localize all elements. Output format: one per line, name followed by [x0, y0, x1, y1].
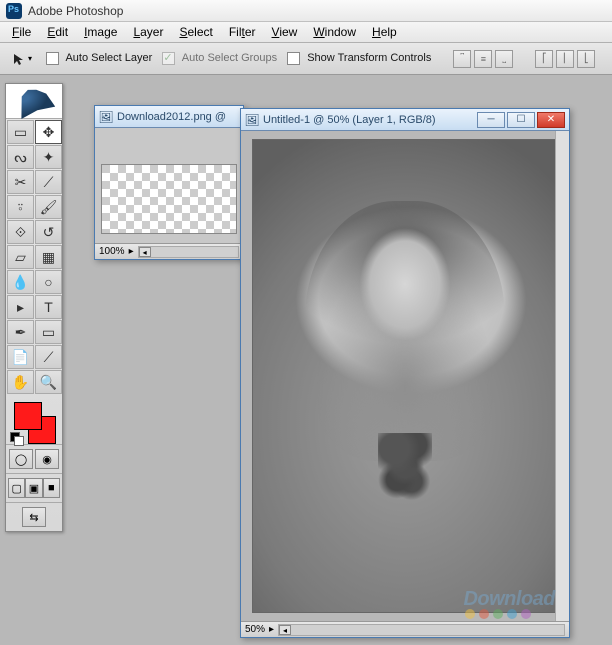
image-file-icon: 🖼 [245, 113, 259, 127]
magic-wand-tool[interactable]: ✦ [35, 145, 62, 169]
dot-icon [465, 609, 475, 619]
foreground-color[interactable] [14, 402, 42, 430]
move-cursor-icon [12, 52, 26, 66]
menu-window[interactable]: Window [305, 23, 364, 41]
menu-edit[interactable]: Edit [39, 23, 76, 41]
menu-filter[interactable]: Filter [221, 23, 264, 41]
color-swatches [6, 398, 62, 444]
menu-view[interactable]: View [264, 23, 306, 41]
distribute-buttons: ⎡ ⎢ ⎣ [535, 50, 595, 68]
standard-mode-icon[interactable]: ◯ [9, 449, 33, 469]
move-tool[interactable]: ✥ [35, 120, 62, 144]
dot-icon [493, 609, 503, 619]
align-left-icon[interactable]: ⎡ [535, 50, 553, 68]
toolbox-header [6, 84, 62, 119]
type-tool[interactable]: T [35, 295, 62, 319]
hand-tool[interactable]: ✋ [7, 370, 34, 394]
path-select-tool[interactable]: ▸ [7, 295, 34, 319]
crop-tool[interactable]: ✂ [7, 170, 34, 194]
doc1-info-icon[interactable]: ▸ [129, 246, 134, 257]
dot-icon [521, 609, 531, 619]
align-top-icon[interactable]: ⎴ [453, 50, 471, 68]
document-window-1: 🖼 Download2012.png @ 100% ▸ ◂ [94, 105, 244, 260]
brush-tool[interactable]: 🖌 [35, 195, 62, 219]
jump-to-imageready-icon[interactable]: ⇆ [22, 507, 46, 527]
doc2-statusbar: 50% ▸ ◂ [241, 621, 569, 637]
doc2-hscroll[interactable]: ◂ [278, 624, 565, 636]
doc2-vscroll[interactable] [555, 131, 569, 621]
doc2-title: Untitled-1 @ 50% (Layer 1, RGB/8) [263, 114, 473, 126]
align-hcenter-icon[interactable]: ⎢ [556, 50, 574, 68]
doc1-canvas[interactable] [101, 164, 237, 234]
dropdown-icon: ▾ [28, 54, 32, 63]
lasso-tool[interactable]: ᔓ [7, 145, 34, 169]
history-brush-tool[interactable]: ↺ [35, 220, 62, 244]
doc1-titlebar[interactable]: 🖼 Download2012.png @ [95, 106, 243, 128]
gradient-tool[interactable]: ▦ [35, 245, 62, 269]
slice-tool[interactable]: ⟋ [35, 170, 62, 194]
app-title: Adobe Photoshop [28, 4, 123, 18]
menu-select[interactable]: Select [171, 23, 220, 41]
align-right-icon[interactable]: ⎣ [577, 50, 595, 68]
auto-select-layer-checkbox[interactable] [46, 52, 59, 65]
doc1-hscroll[interactable]: ◂ [138, 246, 239, 258]
quickmask-mode-icon[interactable]: ◉ [35, 449, 59, 469]
doc1-canvas-area[interactable] [95, 128, 243, 243]
doc2-titlebar[interactable]: 🖼 Untitled-1 @ 50% (Layer 1, RGB/8) ─ ☐ … [241, 109, 569, 131]
menu-image[interactable]: Image [76, 23, 125, 41]
menu-help[interactable]: Help [364, 23, 405, 41]
menu-file[interactable]: File [4, 23, 39, 41]
screen-standard-icon[interactable]: ▢ [8, 478, 25, 498]
align-buttons: ⎴ ≡ ⎵ [453, 50, 513, 68]
pen-tool[interactable]: ✒ [7, 320, 34, 344]
doc2-info-icon[interactable]: ▸ [269, 624, 274, 635]
scroll-left-icon[interactable]: ◂ [139, 247, 151, 257]
close-button[interactable]: ✕ [537, 112, 565, 128]
default-colors-icon-bg [14, 436, 24, 446]
image-file-icon: 🖼 [99, 110, 113, 124]
watermark-text: Download [463, 588, 555, 611]
current-tool-indicator[interactable]: ▾ [8, 50, 36, 68]
menu-layer[interactable]: Layer [125, 23, 171, 41]
doc1-zoom-value[interactable]: 100% [99, 246, 125, 257]
photoshop-icon [6, 3, 22, 19]
doc2-image[interactable] [252, 139, 558, 613]
notes-tool[interactable]: 📄 [7, 345, 34, 369]
doc1-statusbar: 100% ▸ ◂ [95, 243, 243, 259]
scroll-left-icon[interactable]: ◂ [279, 625, 291, 635]
minimize-button[interactable]: ─ [477, 112, 505, 128]
feather-icon [10, 81, 57, 121]
menubar: File Edit Image Layer Select Filter View… [0, 22, 612, 43]
stamp-tool[interactable]: ⟐ [7, 220, 34, 244]
doc1-title: Download2012.png @ [117, 111, 239, 123]
blur-tool[interactable]: 💧 [7, 270, 34, 294]
auto-select-groups-label: Auto Select Groups [182, 52, 277, 64]
dot-icon [479, 609, 489, 619]
doc2-canvas-area[interactable] [241, 131, 569, 621]
show-transform-label: Show Transform Controls [307, 52, 431, 64]
auto-select-groups-checkbox [162, 52, 175, 65]
auto-select-layer-label: Auto Select Layer [65, 52, 152, 64]
dot-icon [507, 609, 517, 619]
watermark-dots [465, 609, 531, 619]
doc2-zoom-value[interactable]: 50% [245, 624, 265, 635]
marquee-tool[interactable]: ▭ [7, 120, 34, 144]
zoom-tool[interactable]: 🔍 [35, 370, 62, 394]
eraser-tool[interactable]: ▱ [7, 245, 34, 269]
maximize-button[interactable]: ☐ [507, 112, 535, 128]
shape-tool[interactable]: ▭ [35, 320, 62, 344]
document-window-2: 🖼 Untitled-1 @ 50% (Layer 1, RGB/8) ─ ☐ … [240, 108, 570, 638]
screen-full-menubar-icon[interactable]: ▣ [25, 478, 42, 498]
screen-full-icon[interactable]: ■ [43, 478, 60, 498]
dodge-tool[interactable]: ○ [35, 270, 62, 294]
toolbox: ▭ ✥ ᔓ ✦ ✂ ⟋ ⍤ 🖌 ⟐ ↺ ▱ ▦ 💧 ○ ▸ T ✒ ▭ 📄 ⟋ … [5, 83, 63, 532]
align-vcenter-icon[interactable]: ≡ [474, 50, 492, 68]
show-transform-checkbox[interactable] [287, 52, 300, 65]
options-bar: ▾ Auto Select Layer Auto Select Groups S… [0, 43, 612, 75]
app-titlebar: Adobe Photoshop [0, 0, 612, 22]
healing-tool[interactable]: ⍤ [7, 195, 34, 219]
align-bottom-icon[interactable]: ⎵ [495, 50, 513, 68]
eyedropper-tool[interactable]: ⟋ [35, 345, 62, 369]
